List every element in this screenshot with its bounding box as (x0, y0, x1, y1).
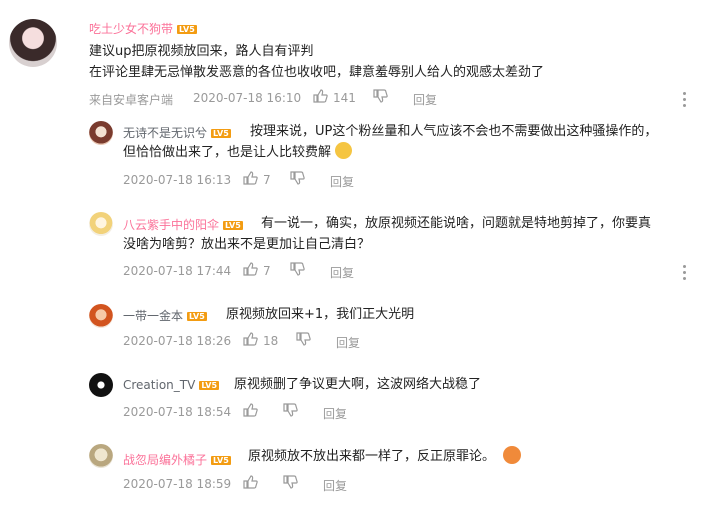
dislike-icon[interactable] (290, 171, 305, 185)
username-text[interactable]: 八云紫手中的阳伞 (123, 218, 219, 232)
username[interactable]: 一带一金本 LV5 (123, 307, 207, 324)
reply-text: 按理来说，UP这个粉丝量和人气应该不会也不需要做出这种骚操作的， (250, 121, 657, 142)
like-icon[interactable] (243, 262, 258, 276)
reply-button[interactable]: 回复 (323, 477, 347, 494)
like-count: 7 (263, 264, 271, 278)
username-text[interactable]: Creation_TV (123, 378, 195, 392)
comment-line: 有一说一，确实，放原视频还能说啥，问题就是特地剪掉了，你要真 (261, 216, 652, 231)
level-badge: LV5 (187, 312, 207, 321)
comment-source: 来自安卓客户端 (89, 93, 174, 107)
avatar[interactable] (89, 121, 113, 145)
like-icon[interactable] (243, 332, 258, 346)
reply-button[interactable]: 回复 (323, 405, 347, 422)
username-text[interactable]: 吃土少女不狗带 (89, 22, 173, 36)
reply-text: 原视频放不放出来都一样了，反正原罪论。 (248, 446, 522, 467)
avatar[interactable] (89, 373, 113, 397)
reply-text: 但恰恰做出来了，也是让人比较费解 (123, 142, 353, 163)
username[interactable]: 吃土少女不狗带 LV5 (89, 20, 197, 37)
like-count: 18 (263, 334, 279, 348)
like-count: 7 (263, 173, 271, 187)
comment-line: 原视频放不放出来都一样了，反正原罪论。 (248, 449, 496, 464)
username-text[interactable]: 战忽局编外橘子 (123, 453, 207, 467)
dislike-icon[interactable] (296, 332, 311, 346)
comment-line: 在评论里肆无忌惮散发恶意的各位也收收吧，肆意羞辱别人给人的观感太差劲了 (89, 65, 545, 80)
username[interactable]: 八云紫手中的阳伞 LV5 (123, 216, 243, 233)
reply-time: 2020-07-18 16:13 (123, 173, 232, 187)
username[interactable]: 无诗不是无识兮 LV5 (123, 124, 231, 141)
comment-line: 但恰恰做出来了，也是让人比较费解 (123, 145, 332, 160)
like-count: 141 (333, 91, 356, 105)
like-icon[interactable] (243, 403, 258, 417)
dislike-icon[interactable] (283, 403, 298, 417)
avatar[interactable] (9, 19, 57, 67)
reply-time: 2020-07-18 17:44 (123, 264, 232, 278)
comment-line: 原视频删了争议更大啊，这波网络大战稳了 (234, 377, 482, 392)
username-text[interactable]: 无诗不是无识兮 (123, 126, 207, 140)
angry-emoji-icon (503, 446, 522, 464)
reply-text: 有一说一，确实，放原视频还能说啥，问题就是特地剪掉了，你要真 (261, 213, 651, 234)
comment-line: 没啥为啥剪？放出来不是更加让自己清白？ (123, 237, 371, 252)
reply-time: 2020-07-18 18:26 (123, 334, 232, 348)
level-badge: LV5 (211, 129, 231, 138)
reply-time: 2020-07-18 18:54 (123, 405, 232, 419)
like-icon[interactable] (243, 475, 258, 489)
comment-time: 2020-07-18 16:10 (193, 91, 302, 105)
comment-text: 建议up把原视频放回来，路人自有评判 在评论里肆无忌惮散发恶意的各位也收收吧，肆… (89, 41, 544, 83)
comment-line: 建议up把原视频放回来，路人自有评判 (89, 44, 314, 59)
dislike-icon[interactable] (290, 262, 305, 276)
username[interactable]: 战忽局编外橘子 LV5 (123, 451, 231, 468)
avatar[interactable] (89, 304, 113, 328)
reply-text: 没啥为啥剪？放出来不是更加让自己清白？ (123, 234, 370, 255)
reply-text: 原视频删了争议更大啊，这波网络大战稳了 (234, 374, 481, 395)
level-badge: LV5 (177, 25, 197, 34)
more-options-icon[interactable] (683, 92, 687, 110)
like-icon[interactable] (313, 89, 328, 103)
level-badge: LV5 (199, 381, 220, 390)
dislike-icon[interactable] (283, 475, 298, 489)
reply-button[interactable]: 回复 (330, 173, 354, 190)
reply-text: 原视频放回来+1，我们正大光明 (226, 304, 414, 325)
username[interactable]: Creation_TV LV5 (123, 378, 220, 392)
avatar[interactable] (89, 212, 113, 236)
sweat-emoji-icon (335, 142, 353, 159)
level-badge: LV5 (211, 456, 231, 465)
reply-button[interactable]: 回复 (336, 334, 360, 351)
avatar[interactable] (89, 444, 113, 468)
comment-line: 按理来说，UP这个粉丝量和人气应该不会也不需要做出这种骚操作的， (250, 124, 658, 139)
comment-line: 原视频放回来+1，我们正大光明 (226, 307, 415, 322)
dislike-icon[interactable] (373, 89, 388, 103)
username-text[interactable]: 一带一金本 (123, 309, 183, 323)
like-icon[interactable] (243, 171, 258, 185)
more-options-icon[interactable] (683, 265, 687, 283)
level-badge: LV5 (223, 221, 243, 230)
reply-button[interactable]: 回复 (413, 91, 437, 108)
reply-time: 2020-07-18 18:59 (123, 477, 232, 491)
reply-button[interactable]: 回复 (330, 264, 354, 281)
